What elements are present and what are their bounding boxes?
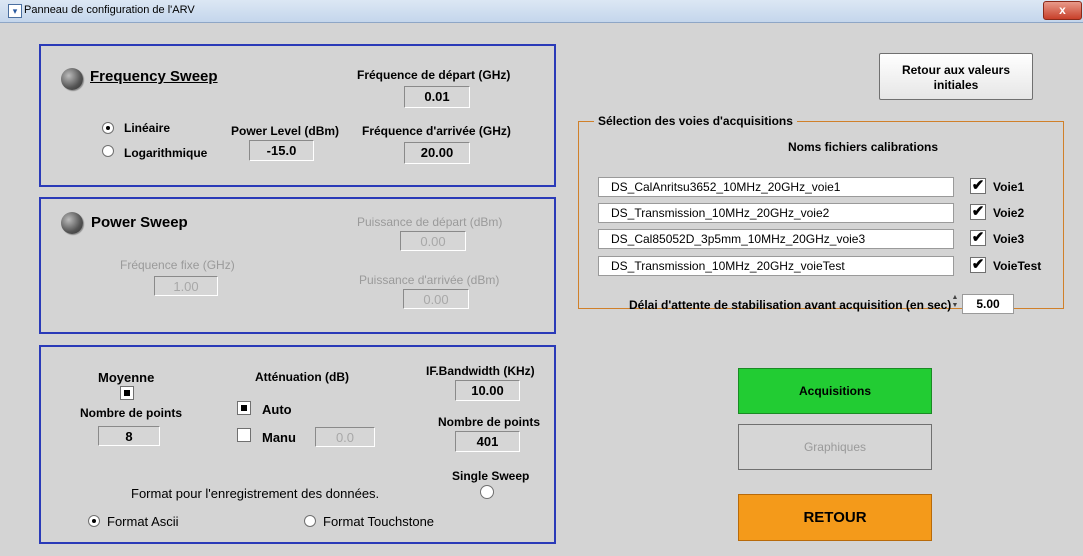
calibration-files-header: Noms fichiers calibrations — [788, 140, 939, 154]
single-sweep-radio[interactable] — [480, 485, 494, 499]
power-stop-field[interactable]: 0.00 — [403, 289, 469, 309]
window-title: Panneau de configuration de l'ARV — [24, 4, 195, 16]
logarithmic-label: Logarithmique — [124, 146, 208, 160]
single-sweep-label: Single Sweep — [452, 469, 530, 483]
stop-frequency-field[interactable]: 20.00 — [404, 142, 470, 164]
auto-label: Auto — [262, 402, 292, 417]
auto-checkbox[interactable] — [237, 401, 251, 415]
linear-label: Linéaire — [124, 121, 171, 135]
fixed-frequency-field[interactable]: 1.00 — [154, 276, 218, 296]
if-bandwidth-label: IF.Bandwidth (KHz) — [426, 364, 535, 378]
channel-selection-legend: Sélection des voies d'acquisitions — [594, 114, 797, 128]
power-start-field[interactable]: 0.00 — [400, 231, 466, 251]
calibration-file-1[interactable]: DS_CalAnritsu3652_10MHz_20GHz_voie1 — [598, 177, 954, 197]
power-start-label: Puissance de départ (dBm) — [357, 215, 503, 229]
reset-defaults-button[interactable]: Retour aux valeurs initiales — [879, 53, 1033, 100]
calibration-file-4[interactable]: DS_Transmission_10MHz_20GHz_voieTest — [598, 256, 954, 276]
retour-button[interactable]: RETOUR — [738, 494, 932, 541]
delay-spin-icon[interactable]: ▲ ▼ — [951, 294, 959, 312]
acquisitions-button[interactable]: Acquisitions — [738, 368, 932, 414]
voietest-label: VoieTest — [993, 259, 1042, 273]
start-frequency-label: Fréquence de départ (GHz) — [357, 68, 511, 82]
manu-checkbox[interactable] — [237, 428, 251, 442]
start-frequency-field[interactable]: 0.01 — [404, 86, 470, 108]
voie2-checkbox[interactable]: ✔ — [970, 204, 986, 220]
power-stop-label: Puissance d'arrivée (dBm) — [359, 273, 500, 287]
power-level-label: Power Level (dBm) — [231, 124, 340, 138]
calibration-file-2[interactable]: DS_Transmission_10MHz_20GHz_voie2 — [598, 203, 954, 223]
reset-defaults-line2: initiales — [933, 78, 979, 92]
voie2-label: Voie2 — [993, 206, 1025, 220]
stabilization-delay-label: Délai d'attente de stabilisation avant a… — [629, 298, 952, 312]
voie1-checkbox[interactable]: ✔ — [970, 178, 986, 194]
stop-frequency-label: Fréquence d'arrivée (GHz) — [362, 124, 511, 138]
voie3-checkbox[interactable]: ✔ — [970, 230, 986, 246]
format-touchstone-radio[interactable] — [304, 515, 316, 527]
average-points-label: Nombre de points — [80, 406, 183, 420]
power-sweep-title: Power Sweep — [91, 214, 188, 231]
calibration-file-3[interactable]: DS_Cal85052D_3p5mm_10MHz_20GHz_voie3 — [598, 229, 954, 249]
average-checkbox[interactable] — [120, 386, 134, 400]
stabilization-delay-field[interactable]: 5.00 — [962, 294, 1014, 314]
graphiques-button[interactable]: Graphiques — [738, 424, 932, 470]
average-points-field[interactable]: 8 — [98, 426, 160, 446]
manu-value-field[interactable]: 0.0 — [315, 427, 375, 447]
if-bandwidth-field[interactable]: 10.00 — [455, 380, 520, 401]
format-ascii-label: Format Ascii — [107, 514, 179, 529]
app-icon: ▾ — [8, 4, 22, 18]
points-field[interactable]: 401 — [455, 431, 520, 452]
voie1-label: Voie1 — [993, 180, 1025, 194]
frequency-sweep-led-icon[interactable] — [61, 68, 83, 90]
points-label: Nombre de points — [438, 415, 541, 429]
average-label: Moyenne — [98, 370, 155, 385]
fixed-frequency-label: Fréquence fixe (GHz) — [120, 258, 235, 272]
linear-radio[interactable] — [102, 122, 114, 134]
manu-label: Manu — [262, 430, 296, 445]
frequency-sweep-title: Frequency Sweep — [90, 68, 218, 85]
close-button[interactable]: x — [1043, 1, 1082, 20]
reset-defaults-line1: Retour aux valeurs — [901, 63, 1011, 77]
attenuation-label: Atténuation (dB) — [255, 370, 349, 384]
voie3-label: Voie3 — [993, 232, 1025, 246]
logarithmic-radio[interactable] — [102, 145, 114, 157]
power-level-field[interactable]: -15.0 — [249, 140, 314, 161]
power-sweep-led-icon[interactable] — [61, 212, 83, 234]
format-ascii-radio[interactable] — [88, 515, 100, 527]
title-bar[interactable]: ▾ Panneau de configuration de l'ARV x — [0, 0, 1083, 23]
format-title: Format pour l'enregistrement des données… — [131, 486, 380, 501]
frequency-sweep-panel — [39, 44, 556, 187]
voietest-checkbox[interactable]: ✔ — [970, 257, 986, 273]
format-touchstone-label: Format Touchstone — [323, 514, 435, 529]
